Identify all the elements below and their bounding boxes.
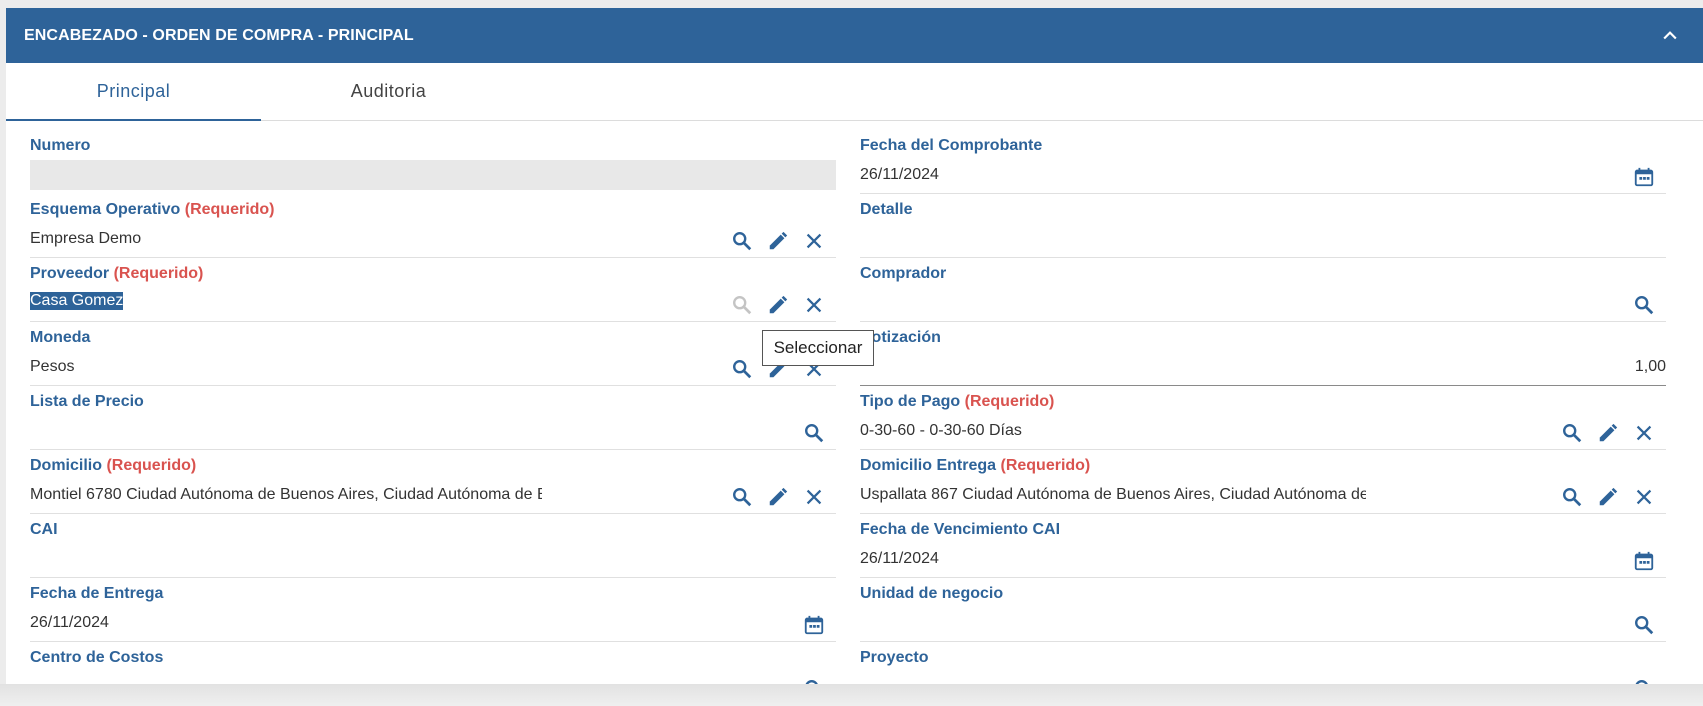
page-bottom-edge bbox=[0, 684, 1703, 706]
required-tag: (Requerido) bbox=[184, 201, 275, 218]
fecha-venc-cai-value[interactable]: 26/11/2024 bbox=[860, 550, 939, 568]
field-label: Domicilio Entrega (Requerido) bbox=[860, 457, 1091, 474]
chevron-up-icon[interactable] bbox=[1659, 25, 1681, 47]
close-icon[interactable] bbox=[802, 293, 826, 317]
field-label: Detalle bbox=[860, 201, 913, 218]
search-icon[interactable] bbox=[1632, 293, 1656, 317]
required-tag: (Requerido) bbox=[106, 457, 197, 474]
field-detalle: Detalle bbox=[860, 197, 1666, 261]
calendar-icon[interactable] bbox=[1632, 165, 1656, 189]
domicilio-value[interactable]: Montiel 6780 Ciudad Autónoma de Buenos A… bbox=[30, 486, 542, 504]
close-icon[interactable] bbox=[1632, 421, 1656, 445]
search-icon[interactable] bbox=[730, 485, 754, 509]
tab-bar: Principal Auditoria bbox=[6, 63, 1703, 121]
field-cai: CAI bbox=[30, 517, 836, 581]
edit-icon[interactable] bbox=[766, 229, 790, 253]
tab-label: Auditoria bbox=[350, 81, 427, 101]
search-icon[interactable] bbox=[1632, 613, 1656, 637]
close-icon[interactable] bbox=[802, 485, 826, 509]
fecha-comprobante-value[interactable]: 26/11/2024 bbox=[860, 166, 939, 184]
field-numero: Numero bbox=[30, 133, 836, 197]
field-label: Comprador bbox=[860, 265, 947, 282]
field-cotizacion: Cotización 1,00 bbox=[860, 325, 1666, 389]
required-tag: (Requerido) bbox=[964, 393, 1055, 410]
cotizacion-value[interactable]: 1,00 bbox=[1635, 358, 1666, 376]
form-panel: ENCABEZADO - ORDEN DE COMPRA - PRINCIPAL… bbox=[6, 8, 1703, 692]
edit-icon[interactable] bbox=[766, 293, 790, 317]
field-label: Tipo de Pago (Requerido) bbox=[860, 393, 1055, 410]
field-label: Numero bbox=[30, 137, 91, 154]
field-lista-precio: Lista de Precio bbox=[30, 389, 836, 453]
field-label: Unidad de negocio bbox=[860, 585, 1004, 602]
search-icon[interactable] bbox=[730, 293, 754, 317]
field-label: Proveedor (Requerido) bbox=[30, 265, 204, 282]
field-fecha-vencimiento-cai: Fecha de Vencimiento CAI 26/11/2024 bbox=[860, 517, 1666, 581]
tipo-pago-value[interactable]: 0-30-60 - 0-30-60 Días bbox=[860, 422, 1022, 440]
field-moneda: Moneda Pesos bbox=[30, 325, 836, 389]
search-icon[interactable] bbox=[1560, 485, 1584, 509]
field-label: CAI bbox=[30, 521, 58, 538]
search-icon[interactable] bbox=[1560, 421, 1584, 445]
fecha-entrega-value[interactable]: 26/11/2024 bbox=[30, 614, 109, 632]
edit-icon[interactable] bbox=[1596, 421, 1620, 445]
field-label: Esquema Operativo (Requerido) bbox=[30, 201, 275, 218]
field-label: Fecha del Comprobante bbox=[860, 137, 1043, 154]
required-tag: (Requerido) bbox=[1000, 457, 1091, 474]
field-unidad-negocio: Unidad de negocio bbox=[860, 581, 1666, 645]
field-label: Moneda bbox=[30, 329, 91, 346]
tab-auditoria[interactable]: Auditoria bbox=[261, 63, 516, 120]
search-icon[interactable] bbox=[730, 229, 754, 253]
field-domicilio-entrega: Domicilio Entrega (Requerido) Uspallata … bbox=[860, 453, 1666, 517]
field-tipo-pago: Tipo de Pago (Requerido) 0-30-60 - 0-30-… bbox=[860, 389, 1666, 453]
tab-principal[interactable]: Principal bbox=[6, 63, 261, 121]
close-icon[interactable] bbox=[1632, 485, 1656, 509]
close-icon[interactable] bbox=[802, 229, 826, 253]
panel-title: ENCABEZADO - ORDEN DE COMPRA - PRINCIPAL bbox=[24, 26, 414, 44]
domicilio-entrega-value[interactable]: Uspallata 867 Ciudad Autónoma de Buenos … bbox=[860, 486, 1366, 504]
edit-icon[interactable] bbox=[1596, 485, 1620, 509]
field-label: Domicilio (Requerido) bbox=[30, 457, 197, 474]
panel-header: ENCABEZADO - ORDEN DE COMPRA - PRINCIPAL bbox=[6, 8, 1703, 63]
field-fecha-comprobante: Fecha del Comprobante 26/11/2024 bbox=[860, 133, 1666, 197]
edit-icon[interactable] bbox=[766, 485, 790, 509]
field-label: Fecha de Vencimiento CAI bbox=[860, 521, 1061, 538]
field-domicilio: Domicilio (Requerido) Montiel 6780 Ciuda… bbox=[30, 453, 836, 517]
field-label: Centro de Costos bbox=[30, 649, 164, 666]
field-label: Fecha de Entrega bbox=[30, 585, 164, 602]
required-tag: (Requerido) bbox=[113, 265, 204, 282]
field-comprador: Comprador bbox=[860, 261, 1666, 325]
field-label: Lista de Precio bbox=[30, 393, 144, 410]
field-label: Proyecto bbox=[860, 649, 929, 666]
search-icon[interactable] bbox=[730, 357, 754, 381]
numero-input bbox=[30, 160, 836, 190]
moneda-value[interactable]: Pesos bbox=[30, 358, 74, 376]
tooltip: Seleccionar bbox=[762, 330, 874, 366]
field-proveedor: Proveedor (Requerido) Casa Gomez bbox=[30, 261, 836, 325]
field-fecha-entrega: Fecha de Entrega 26/11/2024 bbox=[30, 581, 836, 645]
esquema-value[interactable]: Empresa Demo bbox=[30, 230, 141, 248]
field-esquema-operativo: Esquema Operativo (Requerido) Empresa De… bbox=[30, 197, 836, 261]
search-icon[interactable] bbox=[802, 421, 826, 445]
tab-label: Principal bbox=[96, 81, 171, 101]
proveedor-value[interactable]: Casa Gomez bbox=[30, 292, 124, 310]
calendar-icon[interactable] bbox=[1632, 549, 1656, 573]
calendar-icon[interactable] bbox=[802, 613, 826, 637]
